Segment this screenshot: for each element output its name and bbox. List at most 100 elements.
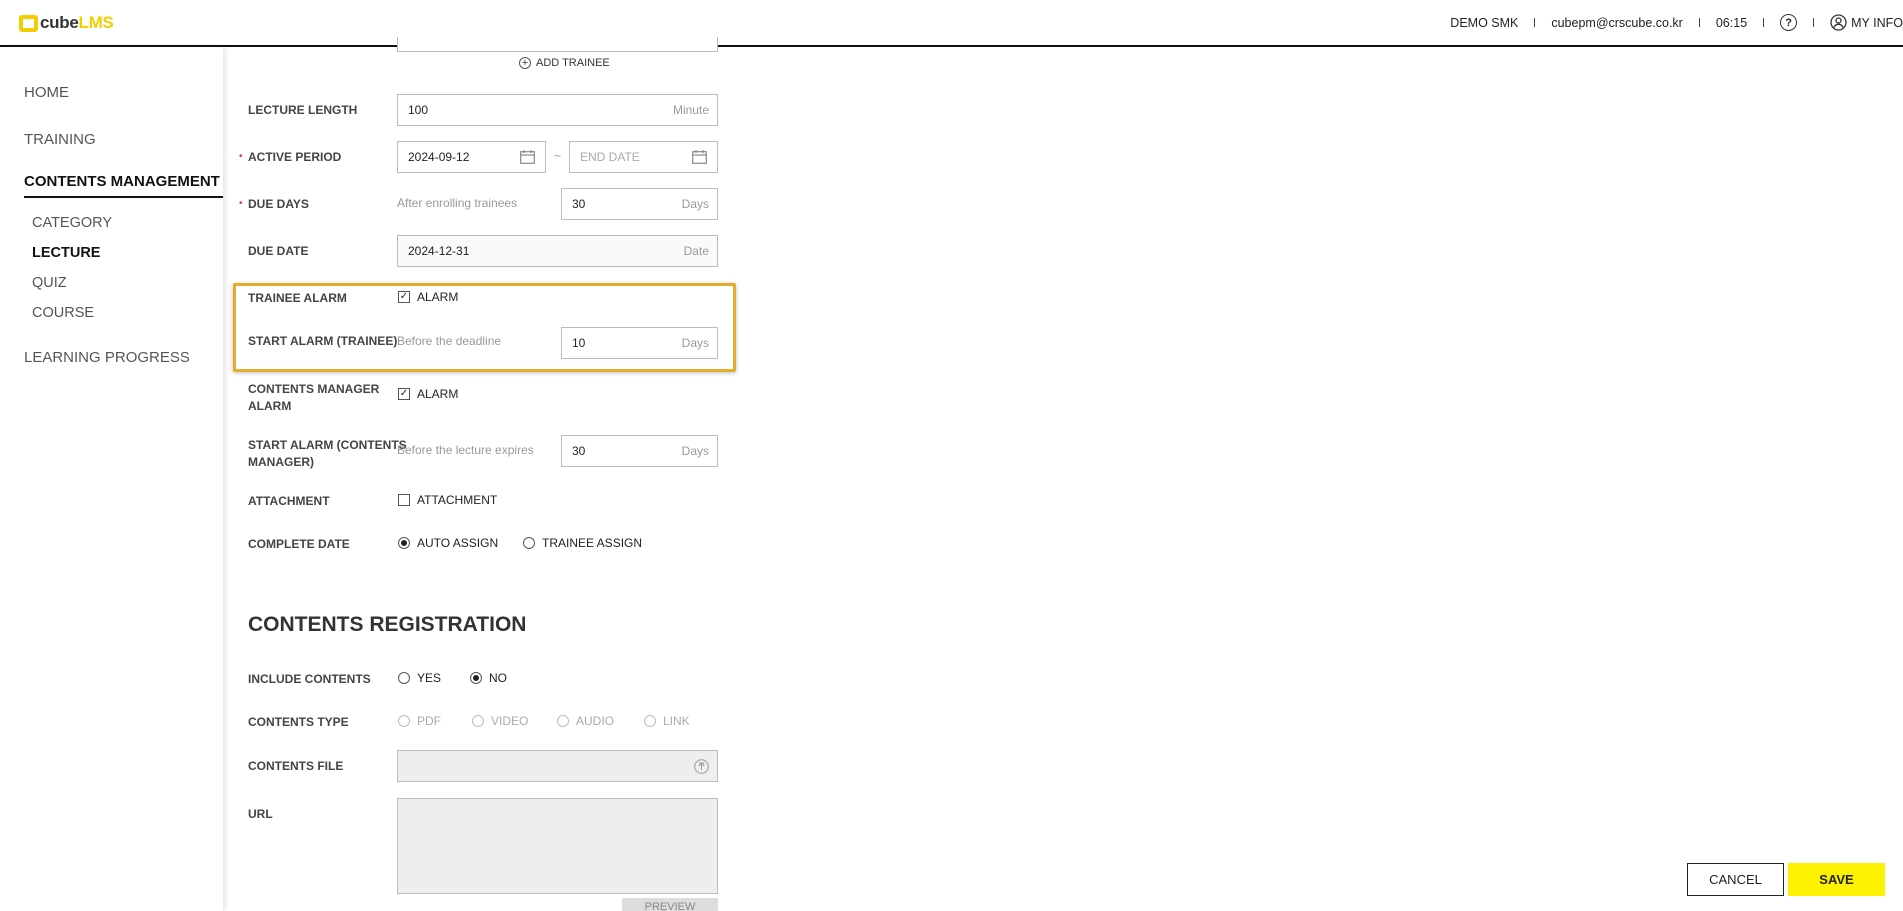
start-alarm-trainee-input[interactable]: 10 Days xyxy=(561,327,718,359)
attachment-label: ATTACHMENT xyxy=(248,494,330,508)
include-no-label: NO xyxy=(489,671,507,685)
user-icon xyxy=(1830,14,1847,31)
top-bar: cubeLMS DEMO SMK cubepm@crscube.co.kr 06… xyxy=(0,0,1903,47)
start-date-input[interactable]: 2024-09-12 xyxy=(397,141,546,173)
type-pdf-radio[interactable]: PDF xyxy=(398,714,441,728)
contents-manager-alarm-checkbox[interactable]: ✓ ALARM xyxy=(398,387,458,401)
cancel-button[interactable]: CANCEL xyxy=(1687,863,1784,896)
radio-selected-icon xyxy=(398,537,410,549)
active-period-label: ACTIVE PERIOD xyxy=(248,150,342,164)
checkbox-icon xyxy=(398,494,410,506)
start-alarm-cm-input[interactable]: 30 Days xyxy=(561,435,718,467)
label-line-1: CONTENTS MANAGER xyxy=(248,382,380,396)
contents-type-label: CONTENTS TYPE xyxy=(248,715,349,729)
radio-icon xyxy=(644,715,656,727)
nav-contents-management[interactable]: CONTENTS MANAGEMENT xyxy=(24,173,220,190)
due-date-input[interactable]: 2024-12-31 Date xyxy=(397,235,718,267)
my-info-button[interactable]: MY INFO xyxy=(1830,14,1903,31)
upload-icon[interactable] xyxy=(694,759,709,774)
radio-icon xyxy=(472,715,484,727)
contents-file-label: CONTENTS FILE xyxy=(248,759,344,773)
contents-file-input[interactable] xyxy=(397,750,718,782)
trainee-assign-label: TRAINEE ASSIGN xyxy=(542,536,643,550)
type-pdf-label: PDF xyxy=(417,714,441,728)
auto-assign-label: AUTO ASSIGN xyxy=(417,536,499,550)
type-audio-radio[interactable]: AUDIO xyxy=(557,714,614,728)
checkbox-checked-icon: ✓ xyxy=(398,388,410,400)
type-link-label: LINK xyxy=(663,714,690,728)
section-title: CONTENTS REGISTRATION xyxy=(248,613,527,636)
radio-icon xyxy=(398,715,410,727)
auto-assign-radio[interactable]: AUTO ASSIGN xyxy=(398,536,498,550)
minute-unit: Minute xyxy=(672,103,709,117)
lecture-length-input[interactable]: 100 Minute xyxy=(397,94,718,126)
due-date-label: DUE DATE xyxy=(248,244,309,258)
trainee-alarm-checkbox-label: ALARM xyxy=(417,290,459,304)
label-line-1: START ALARM (CONTENTS xyxy=(248,438,407,452)
due-days-input[interactable]: 30 Days xyxy=(561,188,718,220)
type-link-radio[interactable]: LINK xyxy=(644,714,690,728)
radio-icon xyxy=(398,672,410,684)
date-unit: Date xyxy=(683,244,709,258)
trainee-field-partial[interactable] xyxy=(397,37,718,52)
nav-learning-progress[interactable]: LEARNING PROGRESS xyxy=(24,349,190,366)
org-name: DEMO SMK xyxy=(1450,15,1519,30)
active-nav-underline xyxy=(24,196,223,198)
lecture-length-value: 100 xyxy=(408,103,429,117)
start-date-value: 2024-09-12 xyxy=(408,150,470,164)
my-info-label: MY INFO xyxy=(1851,15,1903,30)
days-unit: Days xyxy=(681,336,709,350)
lecture-length-label: LECTURE LENGTH xyxy=(248,103,358,117)
due-days-value: 30 xyxy=(572,197,586,211)
calendar-icon[interactable] xyxy=(520,150,535,164)
nav-sub-category[interactable]: CATEGORY xyxy=(32,215,112,231)
radio-icon xyxy=(523,537,535,549)
add-trainee-button[interactable]: + ADD TRAINEE xyxy=(519,57,610,69)
contents-manager-alarm-checkbox-label: ALARM xyxy=(417,387,459,401)
radio-icon xyxy=(557,715,569,727)
complete-date-label: COMPLETE DATE xyxy=(248,537,350,551)
user-email: cubepm@crscube.co.kr xyxy=(1551,15,1683,30)
save-button[interactable]: SAVE xyxy=(1788,863,1885,896)
attachment-checkbox-label: ATTACHMENT xyxy=(417,493,498,507)
preview-button[interactable]: PREVIEW xyxy=(622,898,718,911)
divider xyxy=(1763,18,1765,27)
logo[interactable]: cubeLMS xyxy=(19,13,114,33)
required-mark: • xyxy=(239,151,243,162)
label-line-2: MANAGER) xyxy=(248,455,314,469)
trainee-alarm-checkbox[interactable]: ✓ ALARM xyxy=(398,290,458,304)
end-date-placeholder: END DATE xyxy=(580,150,640,164)
nav-sub-course[interactable]: COURSE xyxy=(32,305,94,321)
radio-selected-icon xyxy=(470,672,482,684)
date-range-separator: ~ xyxy=(554,149,562,163)
type-video-radio[interactable]: VIDEO xyxy=(472,714,528,728)
include-yes-radio[interactable]: YES xyxy=(398,671,441,685)
header-right: DEMO SMK cubepm@crscube.co.kr 06:15 ? MY… xyxy=(1450,14,1903,31)
trainee-alarm-label: TRAINEE ALARM xyxy=(248,291,347,305)
due-date-value: 2024-12-31 xyxy=(408,244,470,258)
divider xyxy=(1534,18,1536,27)
start-alarm-trainee-hint: Before the deadline xyxy=(397,334,502,348)
start-alarm-cm-value: 30 xyxy=(572,444,586,458)
divider xyxy=(1813,18,1815,27)
nav-sub-lecture[interactable]: LECTURE xyxy=(32,245,100,261)
logo-text: cubeLMS xyxy=(40,13,114,32)
type-audio-label: AUDIO xyxy=(576,714,615,728)
end-date-input[interactable]: END DATE xyxy=(569,141,718,173)
label-line-2: ALARM xyxy=(248,399,292,413)
nav-home[interactable]: HOME xyxy=(24,84,69,101)
start-alarm-cm-label: START ALARM (CONTENTS MANAGER) xyxy=(248,437,407,471)
include-contents-label: INCLUDE CONTENTS xyxy=(248,672,371,686)
url-textarea[interactable] xyxy=(397,798,718,894)
calendar-icon[interactable] xyxy=(692,150,707,164)
attachment-checkbox[interactable]: ATTACHMENT xyxy=(398,493,497,507)
trainee-assign-radio[interactable]: TRAINEE ASSIGN xyxy=(523,536,642,550)
start-alarm-cm-hint: Before the lecture expires xyxy=(397,443,534,457)
include-no-radio[interactable]: NO xyxy=(470,671,507,685)
nav-training[interactable]: TRAINING xyxy=(24,131,96,148)
nav-sub-quiz[interactable]: QUIZ xyxy=(32,275,67,291)
start-alarm-trainee-label: START ALARM (TRAINEE) xyxy=(248,334,398,348)
days-unit: Days xyxy=(681,444,709,458)
help-icon[interactable]: ? xyxy=(1780,14,1798,31)
contents-manager-alarm-label: CONTENTS MANAGER ALARM xyxy=(248,381,379,415)
